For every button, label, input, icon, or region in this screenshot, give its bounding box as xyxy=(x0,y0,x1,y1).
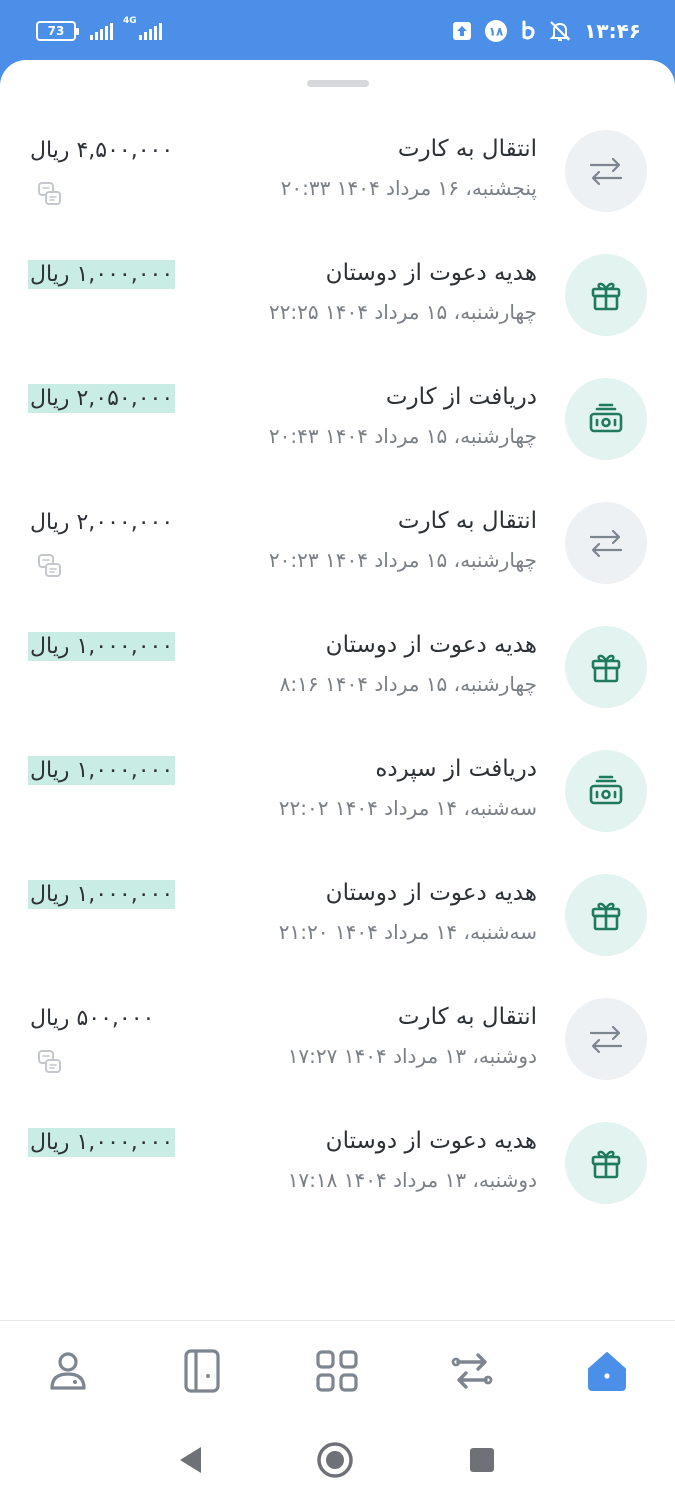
home-icon xyxy=(588,1352,626,1391)
receipt-icon[interactable] xyxy=(36,1048,64,1080)
recents-button[interactable] xyxy=(462,1440,502,1480)
notification-count-text: ۱۸ xyxy=(489,25,504,39)
transaction-row[interactable]: هدیه دعوت از دوستان سه‌شنبه، ۱۴ مرداد ۱۴۰… xyxy=(0,866,675,990)
transaction-type-icon xyxy=(565,130,647,212)
transfer-arrows-icon xyxy=(589,157,623,186)
nav-profile[interactable] xyxy=(44,1347,92,1395)
transaction-row[interactable]: هدیه دعوت از دوستان چهارشنبه، ۱۵ مرداد ۱۴… xyxy=(0,618,675,742)
transfer-arrows-icon xyxy=(589,1025,623,1054)
transaction-date: دوشنبه، ۱۳ مرداد ۱۴۰۴ ۱۷:۱۸ xyxy=(287,1168,537,1192)
nav-card[interactable] xyxy=(178,1347,226,1395)
transaction-type-icon xyxy=(565,626,647,708)
transaction-type-icon xyxy=(565,254,647,336)
recents-square-icon xyxy=(470,1448,494,1472)
transaction-date: چهارشنبه، ۱۵ مرداد ۱۴۰۴ ۲۰:۲۳ xyxy=(268,548,537,572)
transaction-amount: ۱,۰۰۰,۰۰۰ ریال xyxy=(28,260,176,289)
transaction-title: انتقال به کارت xyxy=(397,1004,537,1030)
sheet-drag-handle[interactable] xyxy=(307,80,369,87)
signal-icon xyxy=(90,22,113,40)
home-circle-icon xyxy=(317,1442,353,1478)
card-icon xyxy=(184,1349,220,1393)
status-bar: 73 4G ۱۸ ۱۳:۴۶ xyxy=(0,0,675,64)
transaction-date: پنجشنبه، ۱۶ مرداد ۱۴۰۴ ۲۰:۳۳ xyxy=(280,176,537,200)
notification-count-icon: ۱۸ xyxy=(485,20,508,42)
transaction-row[interactable]: انتقال به کارت چهارشنبه، ۱۵ مرداد ۱۴۰۴ ۲۰… xyxy=(0,494,675,618)
mobile-data-icon: 4G xyxy=(121,16,162,40)
transaction-title: انتقال به کارت xyxy=(397,136,537,162)
money-receive-icon xyxy=(589,403,623,433)
transaction-row[interactable]: هدیه دعوت از دوستان چهارشنبه، ۱۵ مرداد ۱۴… xyxy=(0,246,675,370)
transaction-date: دوشنبه، ۱۳ مرداد ۱۴۰۴ ۱۷:۲۷ xyxy=(287,1044,537,1068)
transaction-row[interactable]: هدیه دعوت از دوستان دوشنبه، ۱۳ مرداد ۱۴۰۴… xyxy=(0,1114,675,1238)
transaction-date: سه‌شنبه، ۱۴ مرداد ۱۴۰۴ ۲۲:۰۲ xyxy=(278,796,537,820)
transaction-date: چهارشنبه، ۱۵ مرداد ۱۴۰۴ ۲۰:۴۳ xyxy=(268,424,537,448)
transactions-sheet: انتقال به کارت پنجشنبه، ۱۶ مرداد ۱۴۰۴ ۲۰:… xyxy=(0,60,675,1500)
transaction-type-icon xyxy=(565,378,647,460)
transaction-title: هدیه دعوت از دوستان xyxy=(325,1128,537,1154)
transaction-row[interactable]: انتقال به کارت دوشنبه، ۱۳ مرداد ۱۴۰۴ ۱۷:۲… xyxy=(0,990,675,1114)
transaction-title: دریافت از سپرده xyxy=(375,756,537,782)
transaction-title: دریافت از کارت xyxy=(385,384,537,410)
apps-grid-icon xyxy=(316,1350,358,1392)
gift-icon xyxy=(591,902,621,931)
transaction-title: هدیه دعوت از دوستان xyxy=(325,880,537,906)
battery-level: 73 xyxy=(47,24,65,38)
transaction-row[interactable]: انتقال به کارت پنجشنبه، ۱۶ مرداد ۱۴۰۴ ۲۰:… xyxy=(0,122,675,246)
transaction-amount: ۱,۰۰۰,۰۰۰ ریال xyxy=(28,632,176,661)
transaction-amount: ۱,۰۰۰,۰۰۰ ریال xyxy=(28,880,176,909)
profile-icon xyxy=(50,1352,86,1390)
transaction-date: سه‌شنبه، ۱۴ مرداد ۱۴۰۴ ۲۱:۲۰ xyxy=(278,920,537,944)
transfer-icon xyxy=(451,1353,493,1389)
transaction-type-icon xyxy=(565,874,647,956)
transaction-amount: ۵۰۰,۰۰۰ ریال xyxy=(30,1006,155,1031)
transaction-type-icon xyxy=(565,998,647,1080)
transaction-title: هدیه دعوت از دوستان xyxy=(325,632,537,658)
bell-muted-icon xyxy=(549,21,571,41)
transaction-row[interactable]: دریافت از سپرده سه‌شنبه، ۱۴ مرداد ۱۴۰۴ ۲۲… xyxy=(0,742,675,866)
receipt-icon[interactable] xyxy=(36,552,64,584)
app-b-icon xyxy=(522,20,535,40)
nav-home[interactable] xyxy=(583,1347,631,1395)
transaction-amount: ۴,۵۰۰,۰۰۰ ریال xyxy=(30,138,174,163)
network-type: 4G xyxy=(123,16,137,26)
status-right: ۱۸ ۱۳:۴۶ xyxy=(452,19,641,43)
transaction-row[interactable]: دریافت از کارت چهارشنبه، ۱۵ مرداد ۱۴۰۴ ۲۰… xyxy=(0,370,675,494)
bottom-navigation xyxy=(0,1320,675,1420)
transaction-type-icon xyxy=(565,750,647,832)
upload-icon xyxy=(453,22,472,40)
back-triangle-icon xyxy=(180,1447,201,1473)
transfer-arrows-icon xyxy=(589,529,623,558)
transaction-amount: ۲,۰۵۰,۰۰۰ ریال xyxy=(28,384,176,413)
transaction-title: انتقال به کارت xyxy=(397,508,537,534)
battery-icon: 73 xyxy=(36,21,79,41)
status-left: 73 4G xyxy=(36,16,162,41)
transaction-amount: ۱,۰۰۰,۰۰۰ ریال xyxy=(28,1128,176,1157)
status-time: ۱۳:۴۶ xyxy=(584,19,641,43)
nav-transfer[interactable] xyxy=(448,1347,496,1395)
transaction-type-icon xyxy=(565,1122,647,1204)
receipt-icon[interactable] xyxy=(36,180,64,212)
system-navigation-bar xyxy=(0,1420,675,1500)
home-button[interactable] xyxy=(315,1440,355,1480)
transaction-amount: ۱,۰۰۰,۰۰۰ ریال xyxy=(28,756,176,785)
transaction-date: چهارشنبه، ۱۵ مرداد ۱۴۰۴ ۲۲:۲۵ xyxy=(268,300,537,324)
gift-icon xyxy=(591,1150,621,1179)
back-button[interactable] xyxy=(170,1440,210,1480)
gift-icon xyxy=(591,282,621,311)
transaction-type-icon xyxy=(565,502,647,584)
nav-services[interactable] xyxy=(313,1347,361,1395)
transaction-date: چهارشنبه، ۱۵ مرداد ۱۴۰۴ ۸:۱۶ xyxy=(279,672,537,696)
money-receive-icon xyxy=(589,775,623,805)
gift-icon xyxy=(591,654,621,683)
transaction-title: هدیه دعوت از دوستان xyxy=(325,260,537,286)
transaction-amount: ۲,۰۰۰,۰۰۰ ریال xyxy=(30,510,174,535)
